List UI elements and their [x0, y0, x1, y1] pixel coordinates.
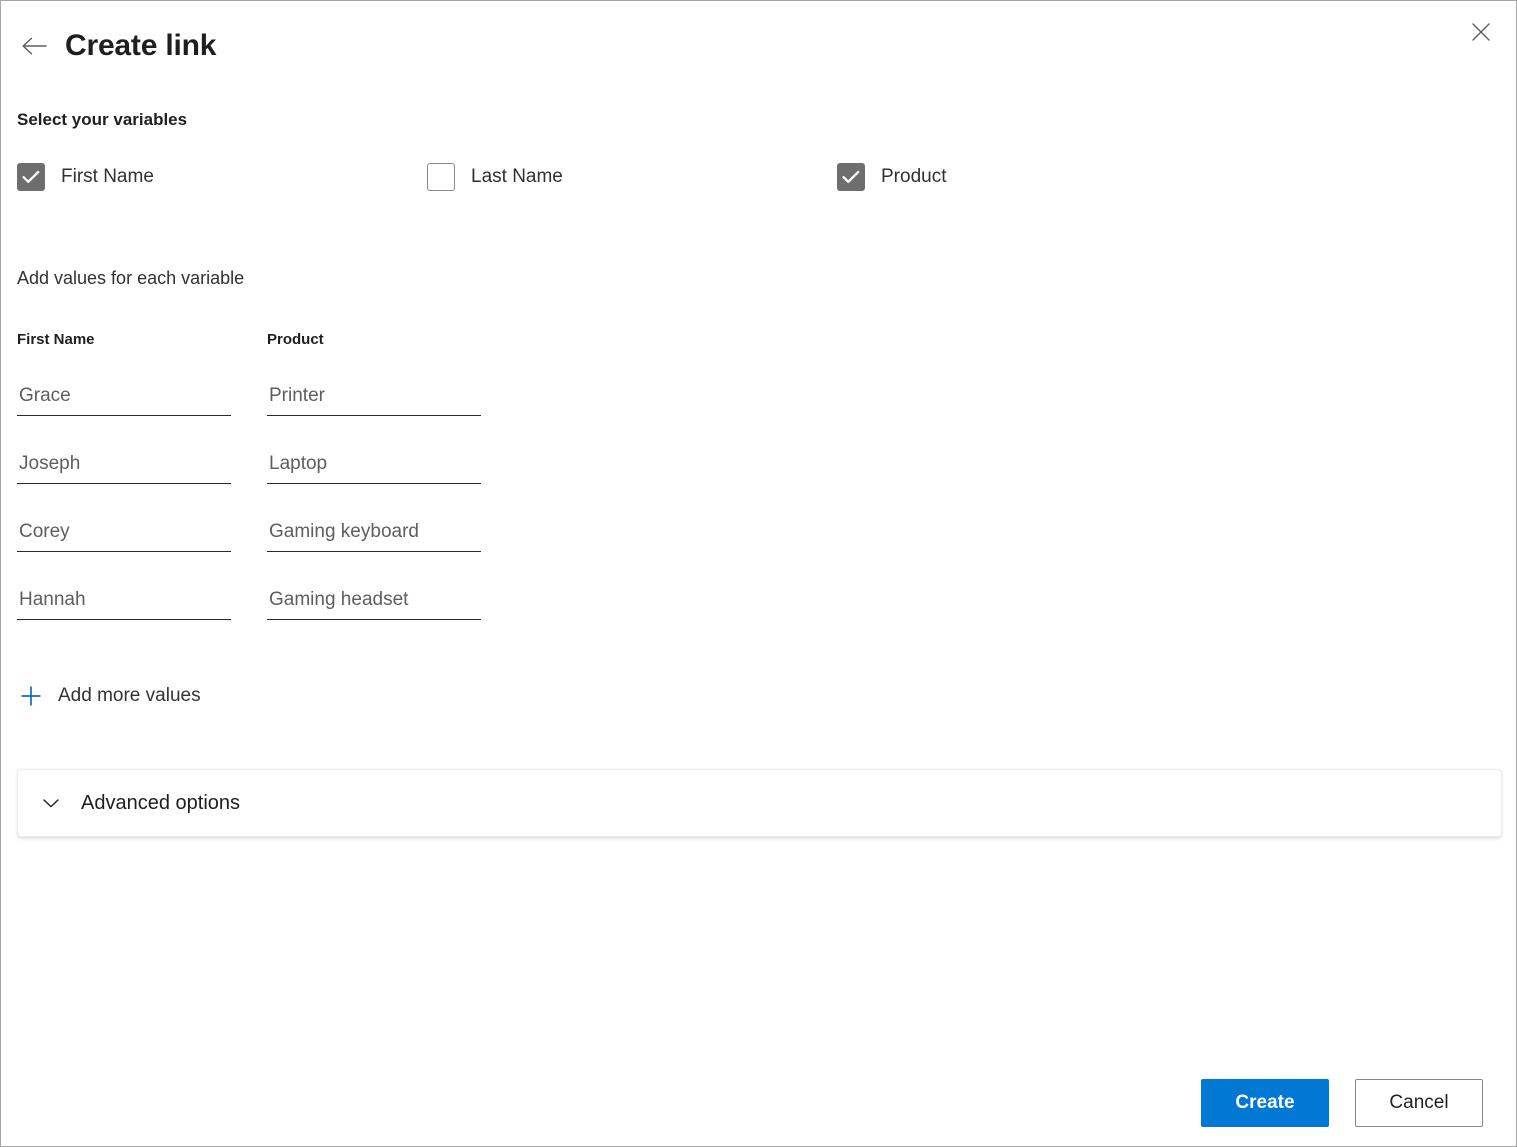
value-field-row — [267, 450, 481, 518]
plus-icon — [17, 682, 45, 710]
value-input-first-name-3[interactable] — [17, 518, 231, 552]
arrow-left-icon — [21, 36, 47, 56]
value-input-product-4[interactable] — [267, 586, 481, 620]
checkbox-box[interactable] — [837, 163, 865, 191]
dialog-header: Create link — [1, 1, 1516, 87]
value-field-row — [267, 382, 481, 450]
value-input-product-1[interactable] — [267, 382, 481, 416]
value-column-first-name: First Name — [17, 329, 231, 654]
back-button[interactable] — [17, 29, 51, 63]
create-button[interactable]: Create — [1201, 1078, 1329, 1127]
advanced-options-label: Advanced options — [81, 792, 241, 814]
checkbox-label: Last Name — [471, 166, 563, 187]
value-field-row — [17, 586, 231, 654]
variables-section-heading: Select your variables — [17, 110, 188, 129]
value-input-first-name-1[interactable] — [17, 382, 231, 416]
create-link-dialog: Create link Select your variables First … — [0, 0, 1517, 1147]
checkbox-first-name[interactable]: First Name — [17, 160, 154, 194]
checkbox-box[interactable] — [427, 163, 455, 191]
value-input-first-name-4[interactable] — [17, 586, 231, 620]
column-header: First Name — [17, 331, 95, 348]
value-field-row — [17, 518, 231, 586]
page-title: Create link — [65, 29, 217, 62]
value-field-row — [267, 518, 481, 586]
checkmark-icon — [842, 170, 860, 184]
value-column-product: Product — [267, 329, 481, 654]
advanced-options-panel[interactable]: Advanced options — [17, 769, 1502, 837]
checkbox-label: First Name — [61, 166, 154, 187]
add-more-values-button[interactable]: Add more values — [17, 677, 207, 715]
checkbox-box[interactable] — [17, 163, 45, 191]
value-input-first-name-2[interactable] — [17, 450, 231, 484]
value-columns: First Name Product — [17, 329, 481, 654]
value-field-row — [267, 586, 481, 654]
add-more-values-label: Add more values — [58, 685, 201, 706]
chevron-down-icon — [38, 790, 64, 816]
checkmark-icon — [22, 170, 40, 184]
values-section-heading: Add values for each variable — [17, 268, 245, 288]
dialog-footer: Create Cancel — [1, 1059, 1516, 1146]
close-icon — [1471, 22, 1491, 42]
checkbox-last-name[interactable]: Last Name — [427, 160, 563, 194]
checkbox-label: Product — [881, 166, 947, 187]
variables-checkbox-row: First Name Last Name Product — [1, 160, 1516, 194]
values-area: First Name Product — [17, 329, 481, 654]
checkbox-product[interactable]: Product — [837, 160, 946, 194]
value-input-product-2[interactable] — [267, 450, 481, 484]
column-header: Product — [267, 331, 324, 348]
value-field-row — [17, 382, 231, 450]
value-field-row — [17, 450, 231, 518]
close-button[interactable] — [1462, 13, 1500, 51]
cancel-button[interactable]: Cancel — [1355, 1078, 1483, 1127]
value-input-product-3[interactable] — [267, 518, 481, 552]
